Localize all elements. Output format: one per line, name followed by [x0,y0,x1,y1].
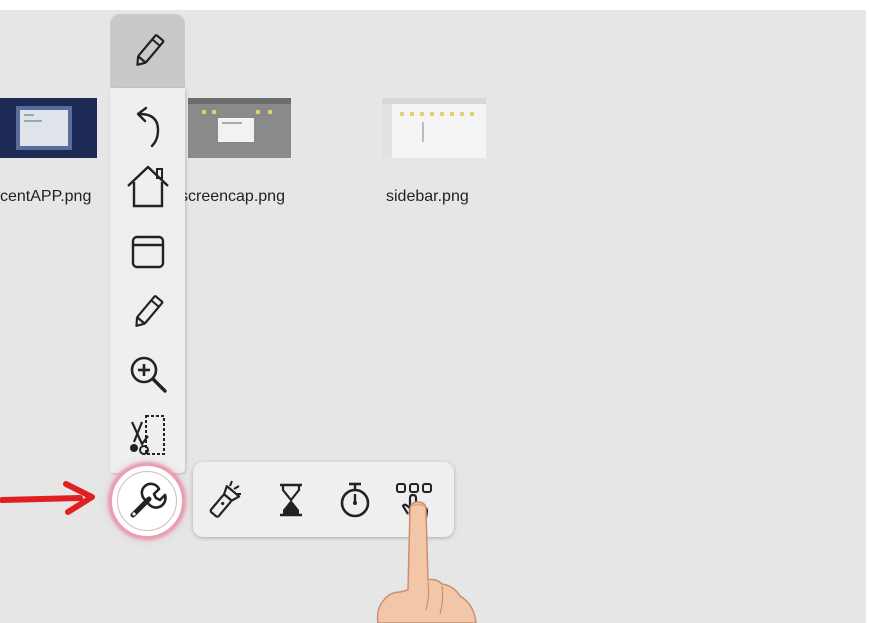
screenshot-crop-icon [129,415,165,455]
timer-button[interactable] [266,462,316,537]
file-name: centAPP.png [0,188,92,205]
pointing-hand-icon [376,501,477,623]
tools-button[interactable] [109,463,185,539]
spotlight-icon [209,480,241,518]
hourglass-icon [280,483,302,516]
file-thumbnail [0,98,97,158]
file-thumbnail [188,98,291,158]
tools-button-ring [117,471,177,531]
file-name: sidebar.png [386,188,469,205]
toolbar-header[interactable] [110,14,185,88]
annotation-arrow-icon [0,481,95,515]
zoom-in-icon [130,356,167,393]
zoom-button[interactable] [110,346,185,402]
screenshot-button[interactable] [110,408,185,464]
window-icon [131,235,164,269]
home-icon [126,165,169,208]
window-button[interactable] [110,224,185,280]
pencil-icon [136,34,165,66]
undo-arrow-icon [136,106,159,148]
spotlight-button[interactable] [199,462,249,537]
home-button[interactable] [110,158,185,214]
wrench-icon [130,482,167,518]
file-thumbnail [382,98,486,158]
pen-button[interactable] [110,284,185,340]
file-name: screencap.png [180,188,285,205]
undo-button[interactable] [110,98,185,154]
stopwatch-icon [340,482,370,517]
pencil-icon [134,295,163,327]
